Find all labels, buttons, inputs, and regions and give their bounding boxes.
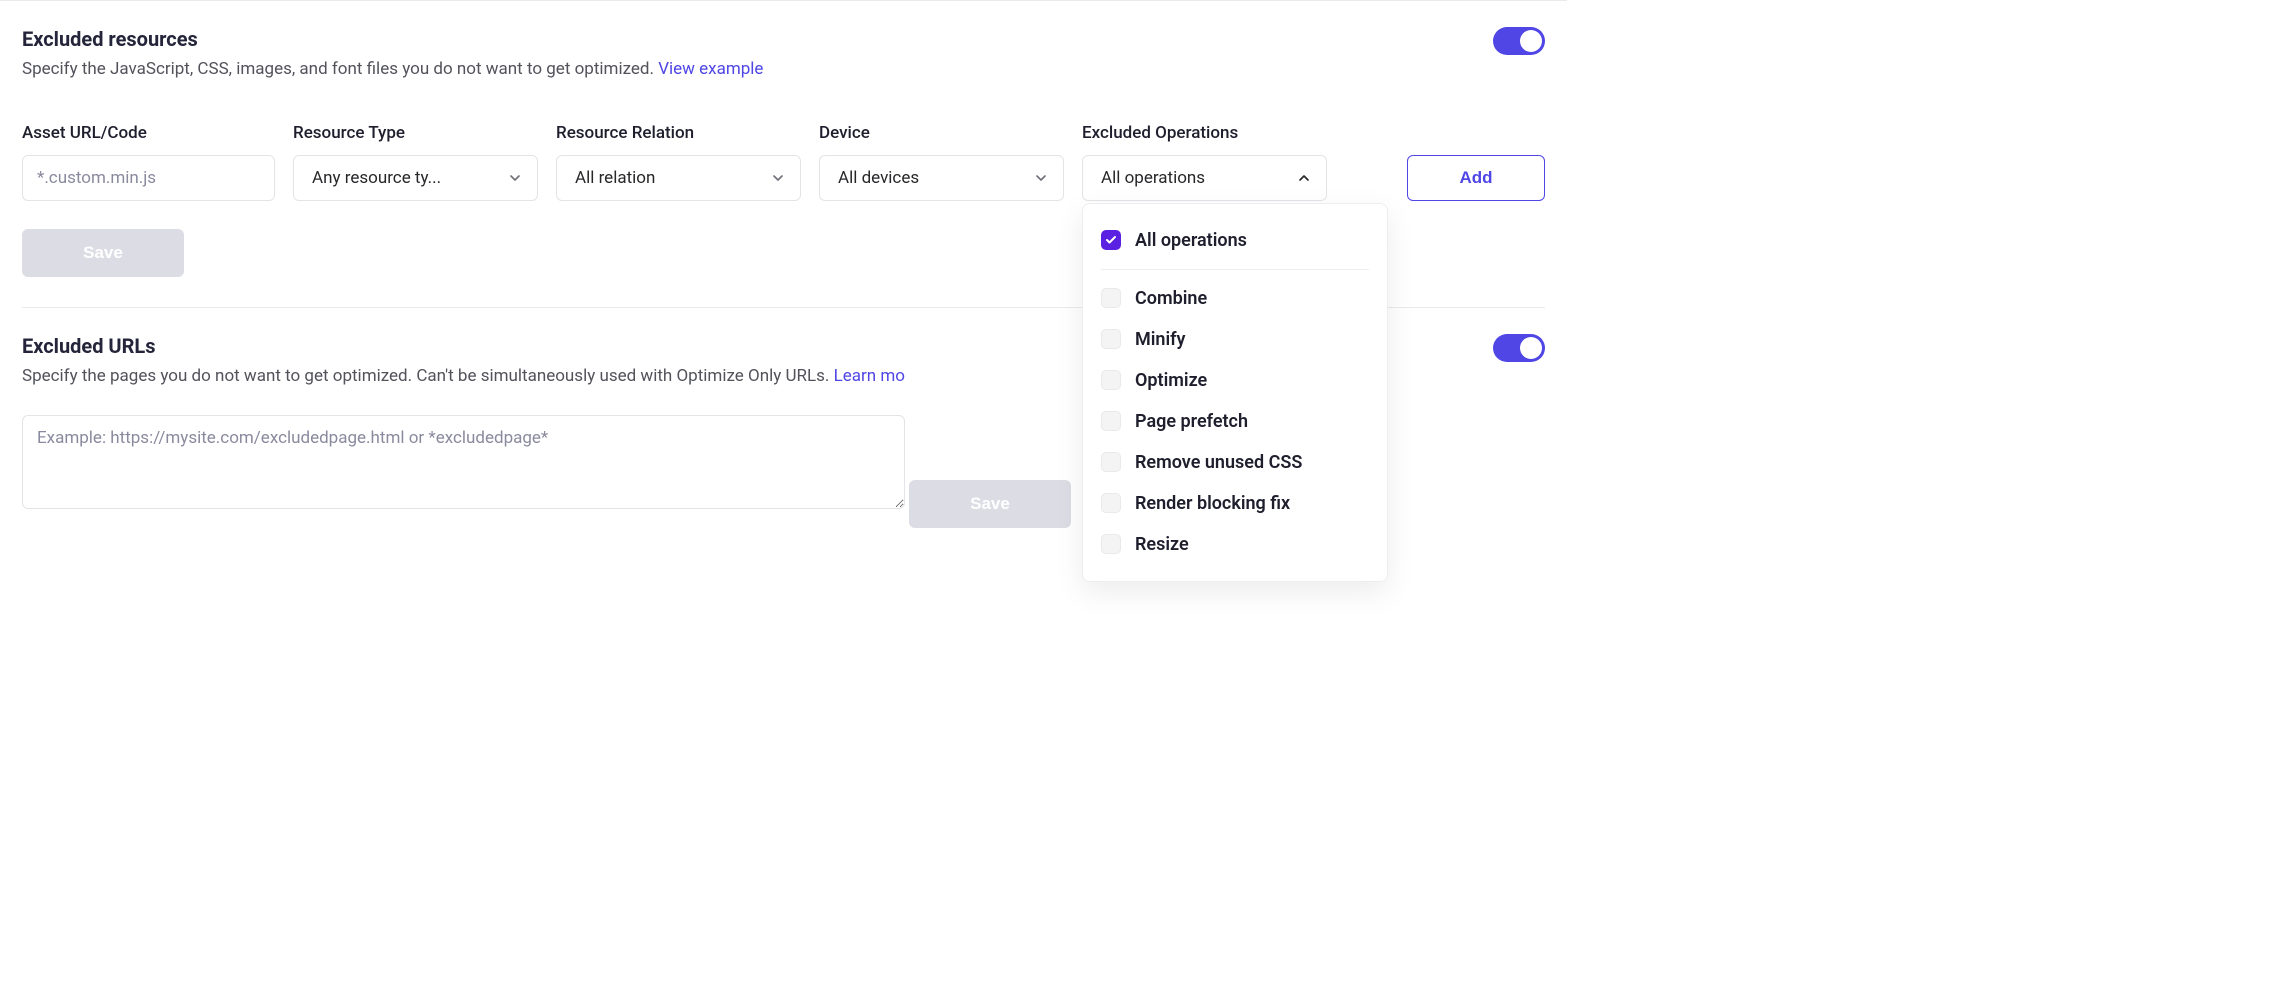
excluded-operations-group: Excluded Operations All operations All o… (1082, 123, 1327, 201)
operations-option-label: Remove unused CSS (1135, 452, 1302, 473)
device-value: All devices (838, 168, 919, 188)
excluded-urls-toggle[interactable] (1493, 334, 1545, 362)
resource-relation-select[interactable]: All relation (556, 155, 801, 201)
add-button-group: Add (1345, 155, 1545, 201)
save-urls-button[interactable]: Save (909, 480, 1071, 528)
checkbox-unchecked-icon (1101, 493, 1121, 513)
excluded-urls-textarea[interactable] (22, 415, 905, 509)
view-example-link[interactable]: View example (658, 59, 763, 79)
asset-url-input[interactable] (22, 155, 275, 201)
excluded-resources-toggle[interactable] (1493, 27, 1545, 55)
resource-relation-group: Resource Relation All relation (556, 123, 801, 201)
excluded-operations-label: Excluded Operations (1082, 123, 1327, 143)
learn-more-link[interactable]: Learn mo (834, 366, 905, 386)
checkbox-unchecked-icon (1101, 288, 1121, 308)
excluded-operations-value: All operations (1101, 168, 1205, 188)
checkbox-unchecked-icon (1101, 329, 1121, 349)
resource-relation-value: All relation (575, 168, 655, 188)
add-button[interactable]: Add (1407, 155, 1545, 201)
resource-type-label: Resource Type (293, 123, 538, 143)
operations-option-label: Minify (1135, 329, 1186, 350)
checkbox-unchecked-icon (1101, 534, 1121, 554)
fields-row: Asset URL/Code Resource Type Any resourc… (22, 123, 1545, 201)
save-resources-button[interactable]: Save (22, 229, 184, 277)
operations-option-label: Page prefetch (1135, 411, 1248, 432)
operations-option-label: Optimize (1135, 370, 1207, 391)
resource-type-select[interactable]: Any resource ty... (293, 155, 538, 201)
resource-type-group: Resource Type Any resource ty... (293, 123, 538, 201)
operations-option-render-blocking-fix[interactable]: Render blocking fix (1083, 483, 1387, 524)
operations-option-minify[interactable]: Minify (1083, 319, 1387, 360)
chevron-down-icon (770, 170, 786, 186)
operations-option-page-prefetch[interactable]: Page prefetch (1083, 401, 1387, 442)
checkbox-unchecked-icon (1101, 370, 1121, 390)
asset-url-group: Asset URL/Code (22, 123, 275, 201)
asset-url-label: Asset URL/Code (22, 123, 275, 143)
operations-option-label: Combine (1135, 288, 1207, 309)
operations-option-optimize[interactable]: Optimize (1083, 360, 1387, 401)
excluded-urls-title: Excluded URLs (22, 334, 905, 358)
excluded-operations-select[interactable]: All operations (1082, 155, 1327, 201)
chevron-down-icon (1033, 170, 1049, 186)
operations-option-all[interactable]: All operations (1083, 220, 1387, 261)
chevron-down-icon (507, 170, 523, 186)
section-header: Excluded resources Specify the JavaScrip… (22, 27, 1545, 83)
operations-option-label: Resize (1135, 534, 1189, 555)
operations-option-remove-unused-css[interactable]: Remove unused CSS (1083, 442, 1387, 483)
checkbox-unchecked-icon (1101, 452, 1121, 472)
operations-option-combine[interactable]: Combine (1083, 278, 1387, 319)
section-heading-block: Excluded URLs Specify the pages you do n… (22, 334, 905, 390)
operations-option-label: Render blocking fix (1135, 493, 1290, 514)
checkbox-unchecked-icon (1101, 411, 1121, 431)
desc-text: Specify the pages you do not want to get… (22, 366, 834, 386)
device-group: Device All devices (819, 123, 1064, 201)
device-label: Device (819, 123, 1064, 143)
operations-dropdown: All operations Combine Minify Optimize (1082, 203, 1388, 582)
settings-panel: Excluded resources Specify the JavaScrip… (0, 0, 1567, 683)
section-heading-block: Excluded resources Specify the JavaScrip… (22, 27, 763, 83)
resource-relation-label: Resource Relation (556, 123, 801, 143)
excluded-resources-section: Excluded resources Specify the JavaScrip… (22, 1, 1545, 277)
excluded-resources-desc: Specify the JavaScript, CSS, images, and… (22, 57, 763, 83)
excluded-urls-desc: Specify the pages you do not want to get… (22, 364, 905, 390)
checkbox-checked-icon (1101, 230, 1121, 250)
dropdown-separator (1101, 269, 1369, 270)
resource-type-value: Any resource ty... (312, 168, 441, 188)
chevron-up-icon (1296, 170, 1312, 186)
device-select[interactable]: All devices (819, 155, 1064, 201)
operations-option-label: All operations (1135, 230, 1247, 251)
desc-text: Specify the JavaScript, CSS, images, and… (22, 59, 658, 79)
operations-option-resize[interactable]: Resize (1083, 524, 1387, 565)
excluded-resources-title: Excluded resources (22, 27, 763, 51)
